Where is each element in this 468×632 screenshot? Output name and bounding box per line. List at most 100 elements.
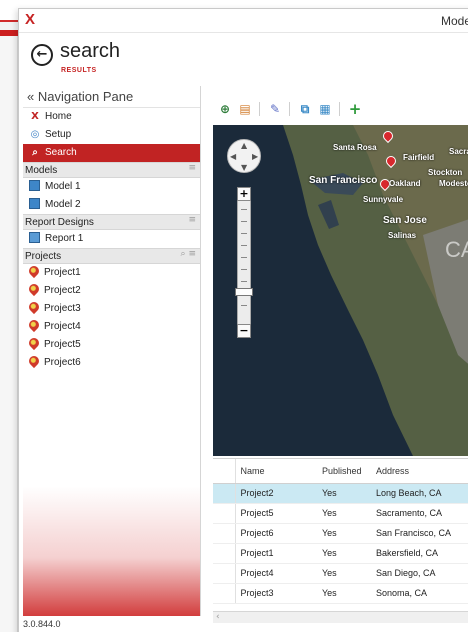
table-row[interactable]: Project3 Yes Sonoma, CA (213, 583, 468, 604)
table-row[interactable]: Project6 Yes San Francisco, CA (213, 523, 468, 544)
cell-name[interactable]: Project3 (235, 583, 317, 604)
cell-address[interactable]: Sonoma, CA (371, 583, 468, 604)
row-header[interactable] (213, 483, 236, 504)
edit-icon[interactable]: ✎ (267, 101, 283, 117)
cell-address[interactable]: Sacramento, CA (371, 503, 468, 524)
cell-published[interactable]: Yes (317, 563, 371, 584)
table-row[interactable]: Project4 Yes San Diego, CA (213, 563, 468, 584)
zoom-tick (241, 305, 247, 306)
table-row[interactable]: Project5 Yes Sacramento, CA (213, 503, 468, 524)
project-label: Project4 (44, 321, 81, 332)
collapse-icon[interactable]: ≡ (188, 215, 196, 225)
model-item[interactable]: Model 2 (23, 196, 200, 214)
cell-published[interactable]: Yes (317, 543, 371, 564)
row-header[interactable] (213, 523, 236, 544)
navigation-pane-header[interactable]: « Navigation Pane (23, 86, 200, 108)
project-item[interactable]: Project3 (23, 299, 200, 318)
nav-pane-gradient (23, 486, 200, 616)
results-grid: Name Published Address Project2 Yes Long… (213, 458, 468, 623)
column-header-published[interactable]: Published (317, 459, 371, 484)
pan-down-icon[interactable]: ▼ (241, 163, 247, 172)
search-collapse-icons[interactable]: ⌕ ≡ (181, 249, 196, 259)
row-header[interactable] (213, 543, 236, 564)
cell-published[interactable]: Yes (317, 483, 371, 504)
table-row[interactable]: Project2 Yes Long Beach, CA (213, 483, 468, 504)
map-view[interactable]: ▲ ▼ ◀ ▶ + − Santa Rosa Sacramento Fairfi… (213, 125, 468, 456)
pan-control[interactable]: ▲ ▼ ◀ ▶ (227, 139, 261, 173)
pan-left-icon[interactable]: ◀ (230, 152, 236, 161)
cell-published[interactable]: Yes (317, 583, 371, 604)
map-toolbar: ⊕ ▤ ✎ ⧉ ▦ + (213, 95, 468, 123)
report-icon (29, 232, 40, 243)
map-label-santa-rosa: Santa Rosa (333, 143, 377, 152)
row-header[interactable] (213, 563, 236, 584)
cell-published[interactable]: Yes (317, 523, 371, 544)
pan-up-icon[interactable]: ▲ (241, 141, 247, 150)
report-item[interactable]: Report 1 (23, 230, 200, 248)
map-label-sacramento: Sacramento (449, 147, 468, 156)
section-header-report-designs[interactable]: Report Designs ≡ (23, 214, 200, 230)
project-pin-icon (26, 299, 42, 315)
add-icon[interactable]: + (347, 101, 363, 117)
map-zoom-icon[interactable]: ⊕ (217, 101, 233, 117)
page-header: ← search RESULTS (19, 34, 468, 86)
pan-right-icon[interactable]: ▶ (252, 152, 258, 161)
layers-icon[interactable]: ▤ (237, 101, 253, 117)
report-label: Report 1 (45, 233, 84, 244)
section-header-models[interactable]: Models ≡ (23, 162, 200, 178)
section-header-projects[interactable]: Projects ⌕ ≡ (23, 248, 200, 264)
table-header-row: Name Published Address (213, 459, 468, 484)
collapse-icon[interactable]: ≡ (188, 163, 196, 173)
nav-item-home[interactable]: X Home (23, 108, 200, 126)
section-title: Report Designs (25, 217, 94, 228)
nav-item-search[interactable]: ⌕ Search (23, 144, 200, 162)
back-button[interactable]: ← (31, 44, 53, 66)
navigation-pane: « Navigation Pane X Home ◎ Setup ⌕ Search M… (23, 86, 201, 616)
cell-address[interactable]: Bakersfield, CA (371, 543, 468, 564)
cell-name[interactable]: Project4 (235, 563, 317, 584)
table-row[interactable]: Project1 Yes Bakersfield, CA (213, 543, 468, 564)
column-header-name[interactable]: Name (235, 459, 317, 484)
results-table: Name Published Address Project2 Yes Long… (213, 459, 468, 604)
cell-address[interactable]: San Francisco, CA (371, 523, 468, 544)
column-header-address[interactable]: Address (371, 459, 468, 484)
row-header[interactable] (213, 583, 236, 604)
project-label: Project1 (44, 267, 81, 278)
project-pin-icon (26, 281, 42, 297)
nav-item-label: Search (45, 147, 77, 158)
scroll-left-icon[interactable]: ‹ (216, 612, 220, 622)
cell-address[interactable]: San Diego, CA (371, 563, 468, 584)
zoom-out-button[interactable]: − (237, 324, 251, 338)
page-title: search (60, 40, 121, 62)
project-item[interactable]: Project2 (23, 281, 200, 300)
app-logo-icon: X (25, 11, 36, 28)
export-icon[interactable]: ⧉ (297, 101, 313, 117)
project-item[interactable]: Project6 (23, 353, 200, 372)
cell-name[interactable]: Project6 (235, 523, 317, 544)
project-item[interactable]: Project4 (23, 317, 200, 336)
toolbar-separator (289, 102, 290, 116)
nav-item-setup[interactable]: ◎ Setup (23, 126, 200, 144)
model-icon (29, 180, 40, 191)
map-label-san-jose: San Jose (383, 215, 427, 226)
map-label-fairfield: Fairfield (403, 153, 435, 162)
map-label-salinas: Salinas (388, 231, 417, 240)
cell-name[interactable]: Project5 (235, 503, 317, 524)
zoom-tick (241, 209, 247, 210)
cell-published[interactable]: Yes (317, 503, 371, 524)
map-label-oakland: Oakland (389, 179, 421, 188)
project-item[interactable]: Project1 (23, 263, 200, 282)
project-label: Project6 (44, 357, 81, 368)
zoom-in-button[interactable]: + (237, 187, 251, 201)
cell-name[interactable]: Project2 (235, 483, 317, 504)
table-icon[interactable]: ▦ (317, 101, 333, 117)
row-header[interactable] (213, 503, 236, 524)
zoom-slider-thumb[interactable] (235, 288, 253, 296)
cell-name[interactable]: Project1 (235, 543, 317, 564)
project-item[interactable]: Project5 (23, 335, 200, 354)
horizontal-scrollbar[interactable]: ‹ (213, 611, 468, 623)
search-icon: ⌕ (32, 147, 38, 158)
model-item[interactable]: Model 1 (23, 178, 200, 196)
cell-address[interactable]: Long Beach, CA (371, 483, 468, 504)
zoom-slider-track[interactable] (237, 193, 251, 336)
